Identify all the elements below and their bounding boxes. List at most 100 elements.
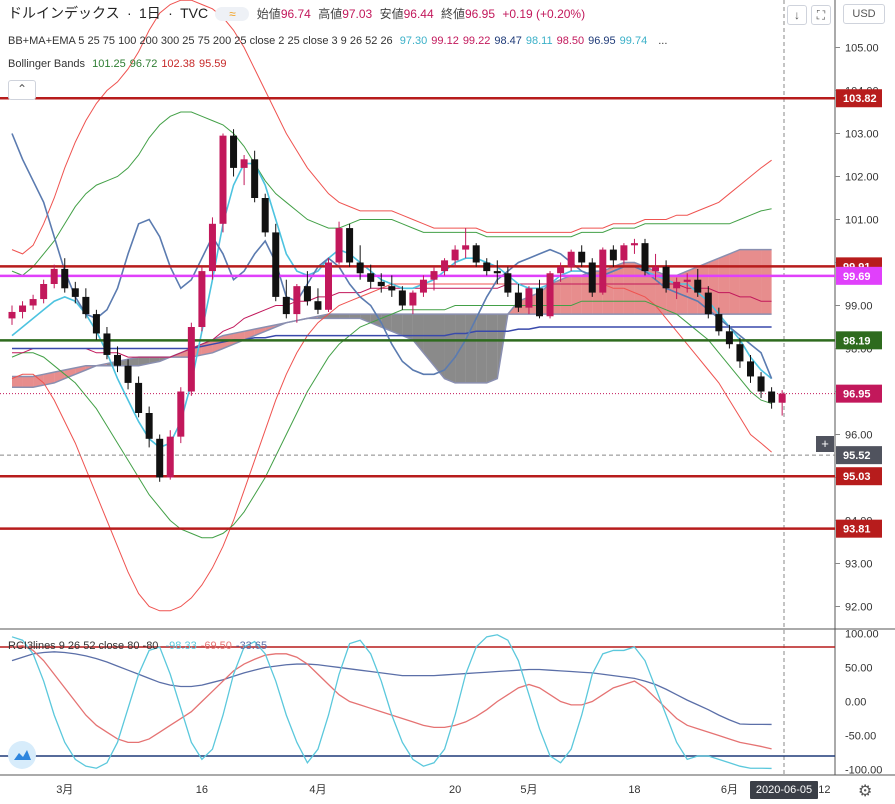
candle-body — [261, 198, 269, 233]
candle — [251, 150, 259, 203]
candle — [156, 434, 164, 482]
download-icon[interactable]: ↓ — [787, 5, 807, 25]
candle — [135, 376, 143, 418]
time-axis: 173月164月205月186月12 — [56, 784, 830, 796]
candle — [630, 238, 638, 254]
price-tick-label: 92.00 — [845, 602, 873, 614]
tradingview-logo[interactable] — [8, 741, 36, 769]
candle-body — [704, 292, 712, 315]
rci-label: RCI3lines 9 26 52 close 80 -80 — [8, 640, 159, 652]
candle-body — [230, 135, 238, 168]
bollinger-upper-green — [11, 111, 772, 276]
cloud-segment — [476, 314, 487, 383]
bb-ma-ema-legend[interactable]: BB+MA+EMA 5 25 75 100 200 300 25 75 200 … — [8, 34, 671, 48]
candle — [736, 337, 744, 368]
chart-canvas[interactable]: 105.00104.00103.00102.00101.00100.0099.0… — [0, 0, 895, 804]
candle — [261, 193, 269, 237]
candle — [40, 279, 48, 304]
plus-icon[interactable]: + — [816, 436, 834, 452]
rci-legend[interactable]: RCI3lines 9 26 52 close 80 -80 -98.33 -69… — [8, 639, 275, 653]
candle — [19, 301, 27, 319]
candle — [504, 266, 512, 297]
candle-body — [536, 288, 543, 317]
rci-26-line — [11, 644, 772, 750]
candle-body — [29, 299, 37, 306]
symbol-name[interactable]: ドルインデックス — [8, 5, 120, 21]
candle-body — [145, 413, 153, 439]
change-value: +0.19 (+0.20%) — [502, 7, 586, 21]
legend-value: -98.33 — [165, 640, 197, 652]
candle-body — [652, 266, 660, 272]
rci-values: -98.33 -69.50 -33.65 — [166, 640, 272, 652]
time-label: 20 — [449, 784, 461, 796]
price-axis: 105.00104.00103.00102.00101.00100.0099.0… — [835, 43, 882, 777]
candle — [757, 372, 765, 398]
candle-body — [293, 286, 301, 315]
candle — [388, 275, 396, 297]
candle-body — [546, 273, 554, 317]
candle — [198, 266, 206, 332]
candle-body — [620, 245, 628, 261]
candle-body — [325, 262, 332, 310]
candle — [493, 260, 501, 284]
compare-icon[interactable]: ≈ — [215, 7, 250, 21]
candle — [599, 247, 607, 295]
bb-ma-ema-values: 97.30 99.12 99.22 98.47 98.11 98.50 96.95 99.74 — [400, 35, 651, 47]
price-label: 95.03 — [843, 471, 871, 483]
candle-body — [747, 361, 754, 377]
candle — [578, 245, 586, 267]
candle — [282, 279, 290, 319]
candle-body — [398, 290, 406, 306]
candle — [177, 387, 185, 444]
candle-body — [419, 279, 427, 293]
interval[interactable]: 1日 — [139, 5, 161, 21]
candle-body — [694, 279, 702, 293]
fullscreen-icon[interactable]: ⛶ — [811, 5, 831, 25]
price-tick-label: 105.00 — [845, 43, 879, 55]
candle-body — [19, 305, 27, 312]
candle — [50, 264, 58, 289]
candle-body — [683, 279, 691, 282]
open-label: 始値 — [256, 7, 281, 21]
candle-body — [346, 228, 354, 263]
data-source: TVC — [180, 5, 209, 21]
candle-body — [272, 232, 280, 297]
candle-body — [641, 243, 649, 272]
legend-value: 95.59 — [198, 58, 227, 70]
candle-body — [736, 344, 744, 362]
bb-ma-ema-label: BB+MA+EMA 5 25 75 100 200 300 25 75 200 … — [8, 35, 393, 47]
candle — [82, 288, 90, 319]
candle-body — [314, 301, 322, 310]
candle — [588, 258, 596, 297]
high-value: 97.03 — [342, 7, 373, 21]
price-tick-label: 102.00 — [845, 172, 879, 184]
legend-value: -33.65 — [235, 640, 268, 652]
candle — [419, 275, 427, 297]
candle — [641, 238, 649, 276]
candle-body — [768, 391, 776, 403]
candle-body — [567, 251, 575, 267]
cloud-segment — [444, 314, 456, 383]
candle-body — [715, 314, 723, 332]
candle-body — [630, 243, 638, 246]
price-tick-label: 93.00 — [845, 559, 873, 571]
currency-button[interactable]: USD — [843, 4, 885, 24]
candle — [768, 387, 776, 409]
candle-body — [504, 273, 512, 293]
gear-icon[interactable]: ⚙ — [858, 781, 872, 801]
rci-tick-label: 100.00 — [845, 628, 879, 640]
candle-body — [282, 296, 290, 315]
cloud-segment — [571, 275, 582, 315]
candle-body — [114, 354, 121, 366]
time-label: 6月 — [721, 784, 738, 796]
time-label: 18 — [628, 784, 640, 796]
candle-body — [356, 262, 364, 274]
bollinger-legend[interactable]: Bollinger Bands 101.25 96.72 102.38 95.59 — [8, 57, 235, 71]
price-label: 96.95 — [843, 389, 871, 401]
candle — [208, 217, 216, 280]
chevron-up-icon[interactable]: ⌃ — [8, 80, 36, 100]
candle — [346, 223, 354, 267]
candle-body — [778, 393, 786, 403]
legend-value: 98.11 — [525, 35, 553, 47]
candle-body — [377, 281, 385, 287]
